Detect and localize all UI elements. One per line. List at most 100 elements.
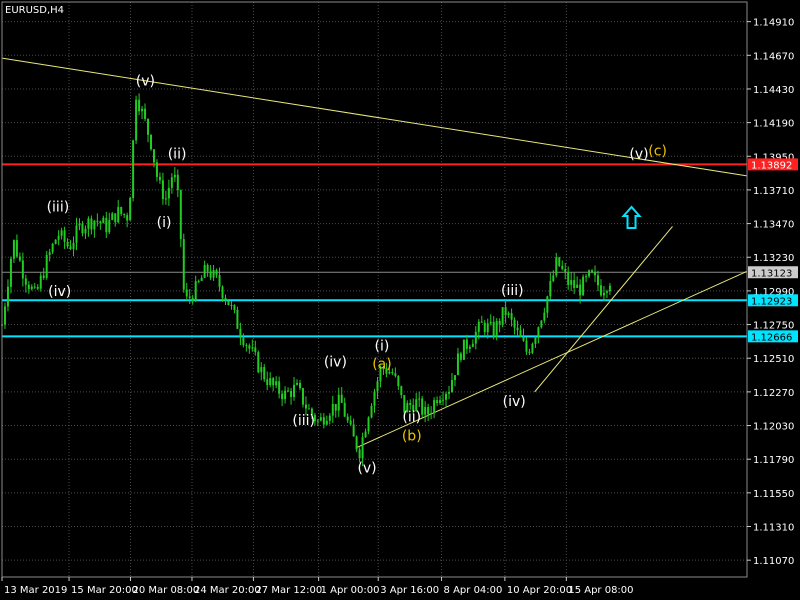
x-tick-label: 27 Mar 12:00 (255, 585, 322, 596)
candle-body (468, 346, 471, 349)
candle-body (129, 198, 132, 221)
candle-body (200, 277, 203, 281)
candle-body (579, 284, 582, 296)
candle-body (376, 381, 379, 392)
candle-body (81, 223, 84, 234)
candle-body (167, 187, 170, 199)
candle-body (218, 275, 221, 287)
candle-body (546, 296, 549, 313)
price-chart: (v) (ii) (iii) (i) (iv) (iv) (i) (a) (iii) (ii) (b… (0, 0, 800, 600)
candle-body (510, 313, 513, 320)
candle-body (477, 321, 480, 332)
candle-body (319, 417, 322, 421)
y-tick-label: 1.13230 (753, 253, 794, 264)
candle-body (176, 174, 179, 191)
candle-body (206, 264, 209, 272)
y-tick-label: 1.14430 (753, 85, 794, 96)
candle-body (316, 420, 319, 422)
candle-body (522, 336, 525, 341)
candle-body (152, 149, 155, 163)
wave-label: (a) (372, 357, 392, 373)
candle-body (141, 108, 144, 112)
candle-body (72, 242, 75, 250)
candle-body (498, 320, 501, 325)
candle-body (51, 243, 54, 253)
candle-body (352, 424, 355, 437)
candle-body (513, 319, 516, 328)
candle-body (147, 118, 150, 135)
candle-body (483, 322, 486, 333)
candle-body (489, 321, 492, 324)
price-badge-label-support-2: 1.12666 (751, 332, 792, 343)
candle-body (263, 367, 266, 380)
candle-body (436, 400, 439, 403)
candle-body (331, 403, 334, 416)
wave-label: (v) (357, 461, 376, 477)
candle-body (585, 276, 588, 278)
candle-body (456, 353, 459, 376)
candle-body (90, 218, 93, 230)
candle-body (284, 390, 287, 400)
candle-body (197, 280, 200, 282)
candle-body (66, 241, 69, 247)
wave-label: (iii) (292, 413, 315, 429)
candle-body (281, 393, 284, 400)
candle-body (257, 352, 260, 373)
candle-body (450, 380, 453, 393)
price-badge-label-resistance: 1.13892 (751, 160, 792, 171)
candle-body (549, 280, 552, 297)
candle-body (594, 272, 597, 276)
candle-body (325, 420, 328, 425)
y-tick-label: 1.13710 (753, 186, 794, 197)
wave-label: (v) (136, 73, 155, 89)
candle-body (30, 286, 33, 290)
candle-body (448, 392, 450, 394)
candle-body (293, 384, 296, 397)
candle-body (555, 257, 558, 276)
candle-body (430, 412, 433, 415)
candle-body (164, 198, 167, 200)
candle-body (433, 400, 436, 413)
candle-body (126, 215, 129, 221)
candle-body (364, 431, 367, 438)
candle-body (84, 228, 87, 234)
candle-body (236, 309, 239, 329)
candle-body (138, 99, 141, 112)
candle-body (400, 386, 403, 396)
wave-label: (ii) (168, 146, 187, 162)
y-tick-label: 1.11790 (753, 455, 794, 466)
candle-body (245, 345, 248, 347)
candle-body (144, 108, 147, 119)
candle-body (69, 246, 72, 250)
candle-body (45, 254, 48, 278)
candle-body (528, 351, 531, 353)
candle-body (203, 264, 206, 278)
candle-body (117, 207, 120, 223)
candle-body (561, 265, 564, 269)
candle-body (278, 381, 281, 394)
candle-body (182, 239, 185, 290)
candle-body (397, 375, 400, 387)
y-tick-label: 1.11310 (753, 523, 794, 534)
candle-body (504, 307, 507, 316)
candle-body (355, 436, 358, 450)
candle-body (87, 218, 90, 229)
y-tick-label: 1.11070 (753, 556, 794, 567)
wave-label: (iv) (48, 284, 71, 300)
candle-body (78, 223, 81, 226)
candle-body (540, 320, 543, 328)
candle-body (564, 268, 567, 273)
candle-body (558, 257, 561, 266)
candle-body (361, 437, 364, 459)
candle-body (507, 313, 510, 316)
candle-body (191, 297, 194, 301)
candle-body (576, 284, 579, 288)
candle-body (36, 286, 39, 289)
candle-body (346, 416, 349, 421)
candle-body (188, 296, 191, 298)
candle-body (608, 285, 611, 292)
y-tick-label: 1.11550 (753, 489, 794, 500)
candle-body (39, 275, 42, 289)
candle-body (296, 382, 299, 385)
candle-body (495, 320, 498, 338)
